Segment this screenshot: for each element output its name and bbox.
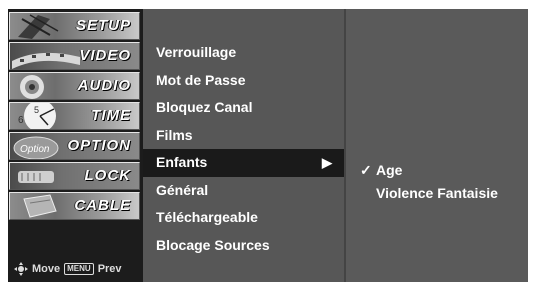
menu-item-label: Films xyxy=(156,126,193,143)
svg-text:6: 6 xyxy=(18,115,24,126)
menu-item-label: Général xyxy=(156,181,209,198)
enfants-submenu-list: ✓ Age Violence Fantaisie xyxy=(346,159,528,205)
tab-time[interactable]: 6 5 TIME xyxy=(9,102,140,130)
menu-item[interactable]: Blocage Sources xyxy=(143,232,344,260)
tab-cable[interactable]: CABLE xyxy=(9,192,140,220)
menu-item[interactable]: Général xyxy=(143,177,344,205)
lock-menu-panel: Verrouillage Mot de Passe Bloquez Canal Fil… xyxy=(143,9,344,282)
menu-key-icon: MENU xyxy=(64,263,94,275)
menu-item[interactable]: Films xyxy=(143,122,344,150)
submenu-panel: ✓ Age Violence Fantaisie xyxy=(344,9,528,282)
menu-item-label: Enfants xyxy=(156,154,208,170)
submenu-item-label: Age xyxy=(376,162,403,178)
tab-label: VIDEO xyxy=(79,47,131,64)
tab-label: LOCK xyxy=(84,167,131,184)
menu-item[interactable]: Mot de Passe xyxy=(143,67,344,95)
tab-label: AUDIO xyxy=(77,77,131,94)
svg-text:Option: Option xyxy=(20,144,50,155)
menu-item-label: Bloquez Canal xyxy=(156,99,253,115)
satellite-dish-icon xyxy=(18,14,59,39)
tab-label: OPTION xyxy=(67,137,131,154)
menu-item[interactable]: Enfants ▶ xyxy=(143,149,344,177)
tv-osd-screen: SETUP VIDEO AUDIO 6 5 TIME Option OPTION… xyxy=(8,9,528,282)
submenu-arrow-icon: ▶ xyxy=(322,155,332,170)
tab-label: SETUP xyxy=(75,17,131,34)
clock-icon: 6 5 xyxy=(18,103,56,129)
submenu-item-label: Violence Fantaisie xyxy=(376,185,498,201)
tab-label: TIME xyxy=(91,107,131,124)
submenu-item[interactable]: Violence Fantaisie xyxy=(346,182,528,205)
navigation-hint: Move MENU Prev xyxy=(14,262,122,276)
menu-item-label: Téléchargeable xyxy=(156,209,258,225)
keys-icon xyxy=(18,171,54,183)
menu-item[interactable]: Bloquez Canal xyxy=(143,94,344,122)
tab-video[interactable]: VIDEO xyxy=(9,42,140,70)
menu-item-label: Blocage Sources xyxy=(156,236,270,253)
submenu-item[interactable]: ✓ Age xyxy=(346,159,528,182)
prev-hint-label: Prev xyxy=(97,263,122,275)
menu-item[interactable]: Téléchargeable xyxy=(143,204,344,232)
category-tab-column: SETUP VIDEO AUDIO 6 5 TIME Option OPTION… xyxy=(8,9,143,282)
checkmark-icon: ✓ xyxy=(360,162,372,178)
tab-setup[interactable]: SETUP xyxy=(9,12,140,40)
film-reel-icon xyxy=(12,52,80,69)
menu-item-label: Verrouillage xyxy=(156,44,237,60)
move-joystick-icon xyxy=(14,262,28,276)
menu-item-label: Mot de Passe xyxy=(156,71,246,88)
tab-label: CABLE xyxy=(74,197,131,214)
tab-lock[interactable]: LOCK xyxy=(9,162,140,190)
lock-menu-list: Verrouillage Mot de Passe Bloquez Canal Fil… xyxy=(143,39,344,259)
svg-text:5: 5 xyxy=(34,105,39,115)
tab-option[interactable]: Option OPTION xyxy=(9,132,140,160)
move-hint-label: Move xyxy=(32,263,61,275)
menu-item[interactable]: Verrouillage xyxy=(143,39,344,67)
tab-audio[interactable]: AUDIO xyxy=(9,72,140,100)
speaker-icon xyxy=(20,75,44,99)
